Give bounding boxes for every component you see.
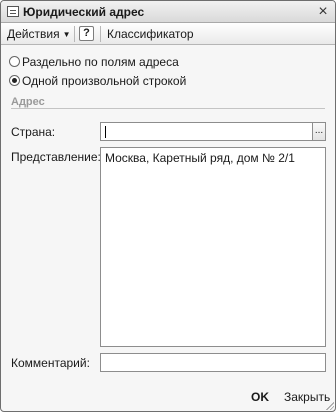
country-label: Страна:	[11, 125, 56, 139]
comment-input[interactable]	[100, 353, 326, 372]
country-select-button[interactable]: ...	[312, 122, 326, 141]
dropdown-arrow-icon: ▼	[62, 30, 71, 39]
representation-label: Представление:	[11, 150, 101, 164]
classifier-button[interactable]: Классификатор	[107, 27, 194, 41]
radio-separate-fields[interactable]: Раздельно по полям адреса	[9, 55, 179, 71]
radio-indicator	[9, 56, 20, 67]
representation-value: Москва, Каретный ряд, дом № 2/1	[105, 151, 295, 165]
toolbar-separator	[74, 26, 75, 42]
toolbar-separator	[100, 26, 101, 42]
address-dialog: Юридический адрес × Действия ▼ ? Классифи…	[0, 0, 336, 412]
country-input[interactable]: ...	[100, 122, 326, 141]
close-icon[interactable]: ×	[315, 4, 331, 20]
actions-label: Действия	[7, 27, 60, 41]
dialog-footer: OK Закрыть	[1, 383, 335, 411]
radio-label: Раздельно по полям адреса	[22, 55, 179, 69]
help-button[interactable]: ?	[79, 26, 94, 41]
representation-textarea[interactable]: Москва, Каретный ряд, дом № 2/1	[100, 147, 326, 347]
form-icon	[7, 6, 19, 17]
ok-button[interactable]: OK	[251, 390, 269, 404]
window-title: Юридический адрес	[23, 5, 145, 19]
toolbar: Действия ▼ ? Классификатор	[1, 23, 335, 45]
comment-label: Комментарий:	[11, 356, 90, 370]
address-group-title: Адрес	[11, 96, 45, 108]
radio-indicator	[9, 75, 20, 86]
text-caret	[105, 126, 106, 138]
radio-single-line[interactable]: Одной произвольной строкой	[9, 74, 186, 90]
radio-label: Одной произвольной строкой	[22, 74, 187, 88]
title-bar[interactable]: Юридический адрес ×	[1, 1, 335, 23]
group-divider	[11, 108, 325, 109]
resize-grip-icon[interactable]	[324, 400, 334, 410]
actions-menu-button[interactable]: Действия ▼	[7, 27, 71, 41]
